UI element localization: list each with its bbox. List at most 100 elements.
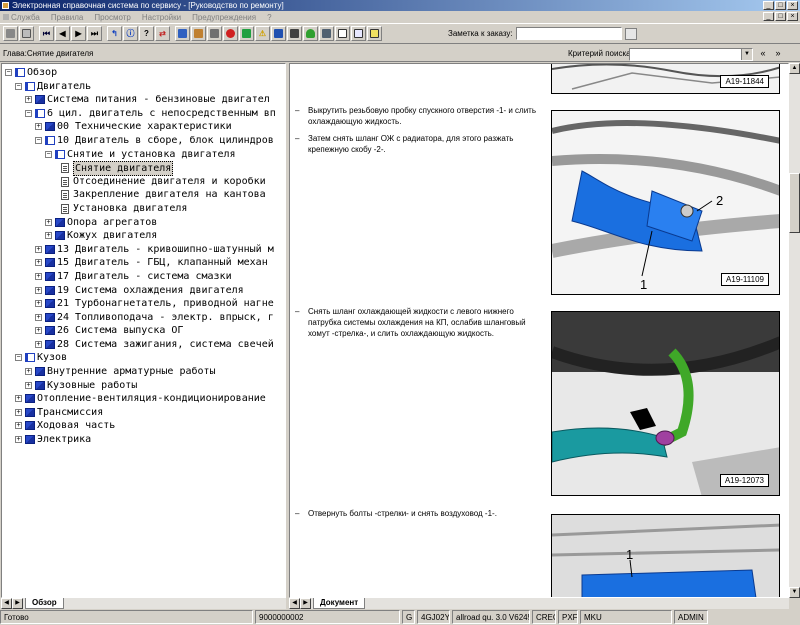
collapse-icon[interactable]: − bbox=[15, 82, 22, 90]
tree-item[interactable]: Закрепление двигателя на кантова bbox=[2, 188, 285, 202]
menu-item-rules[interactable]: Правила bbox=[51, 13, 83, 22]
tree-item[interactable]: − Кузов bbox=[2, 351, 285, 365]
print-button[interactable] bbox=[3, 26, 18, 41]
tree-item[interactable]: +24 Топливоподача - электр. впрыск, г bbox=[2, 311, 285, 325]
expand-icon[interactable]: + bbox=[35, 272, 42, 280]
expand-icon[interactable]: + bbox=[35, 123, 42, 131]
car-button[interactable] bbox=[303, 26, 318, 41]
left-hscrollbar[interactable]: ◀ ▶ Обзор bbox=[1, 598, 286, 609]
expand-icon[interactable]: + bbox=[25, 381, 32, 389]
tree-item[interactable]: − Снятие и установка двигателя bbox=[2, 148, 285, 162]
tree-item[interactable]: +19 Система охлаждения двигателя bbox=[2, 284, 285, 298]
scroll-right-arrow[interactable]: ▶ bbox=[300, 598, 311, 609]
collapse-icon[interactable]: − bbox=[35, 136, 42, 144]
tree-item[interactable]: − 6 цил. двигатель с непосредственным вп bbox=[2, 107, 285, 121]
scroll-right-arrow[interactable]: ▶ bbox=[12, 598, 23, 609]
tree-item[interactable]: +26 Система выпуска ОГ bbox=[2, 324, 285, 338]
expand-icon[interactable]: + bbox=[15, 395, 22, 403]
maximize-button[interactable]: □ bbox=[775, 1, 786, 10]
search-prev-button[interactable]: « bbox=[757, 47, 769, 60]
collapse-icon[interactable]: − bbox=[5, 69, 12, 76]
help-button[interactable]: ? bbox=[139, 26, 154, 41]
tab-overview[interactable]: Обзор bbox=[25, 598, 64, 609]
scroll-left-arrow[interactable]: ◀ bbox=[1, 598, 12, 609]
expand-icon[interactable]: + bbox=[15, 422, 22, 430]
stop-button[interactable] bbox=[223, 26, 238, 41]
scroll-up-arrow[interactable]: ▲ bbox=[789, 63, 800, 74]
tree-item[interactable]: +28 Система зажигания, система свечей bbox=[2, 338, 285, 352]
tree-item[interactable]: +17 Двигатель - система смазки bbox=[2, 270, 285, 284]
mdi-minimize-button[interactable]: _ bbox=[763, 12, 774, 21]
tree-item[interactable]: + Система питания - бензиновые двигател bbox=[2, 93, 285, 107]
warning-button[interactable]: ⚠ bbox=[255, 26, 270, 41]
menu-item-help[interactable]: ? bbox=[267, 13, 271, 22]
chevron-down-icon[interactable]: ▼ bbox=[741, 49, 752, 60]
tree-item[interactable]: − 10 Двигатель в сборе, блок цилиндров bbox=[2, 134, 285, 148]
tree-item[interactable]: + Трансмиссия bbox=[2, 406, 285, 420]
expand-icon[interactable]: + bbox=[45, 218, 52, 226]
last-button[interactable]: ⏭ bbox=[87, 26, 102, 41]
search-criteria-select[interactable]: ▼ bbox=[629, 48, 753, 61]
notes-button[interactable] bbox=[367, 26, 382, 41]
expand-icon[interactable]: + bbox=[35, 259, 42, 267]
first-button[interactable]: ⏮ bbox=[39, 26, 54, 41]
report-button[interactable] bbox=[351, 26, 366, 41]
document-hscrollbar[interactable]: ◀ ▶ Документ bbox=[289, 598, 789, 609]
expand-icon[interactable]: + bbox=[45, 232, 52, 240]
back-button[interactable]: ◀ bbox=[55, 26, 70, 41]
tree-item[interactable]: +15 Двигатель - ГБЦ, клапанный механ bbox=[2, 256, 285, 270]
tree-item[interactable]: +21 Турбонагнетатель, приводной нагне bbox=[2, 297, 285, 311]
minimize-button[interactable]: _ bbox=[763, 1, 774, 10]
disk-button[interactable] bbox=[287, 26, 302, 41]
scroll-thumb[interactable] bbox=[789, 173, 800, 233]
expand-icon[interactable]: + bbox=[25, 96, 32, 104]
diagnosis-button[interactable] bbox=[239, 26, 254, 41]
tree-item[interactable]: − Обзор bbox=[2, 66, 285, 80]
tree-item[interactable]: +13 Двигатель - кривошипно-шатунный м bbox=[2, 243, 285, 257]
forward-button[interactable]: ▶ bbox=[71, 26, 86, 41]
collapse-icon[interactable]: − bbox=[45, 150, 52, 158]
scroll-down-arrow[interactable]: ▼ bbox=[789, 587, 800, 598]
tree-item[interactable]: Отсоединение двигателя и коробки bbox=[2, 175, 285, 189]
expand-icon[interactable]: + bbox=[25, 368, 32, 376]
tree-item[interactable]: Снятие двигателя bbox=[2, 161, 285, 177]
expand-icon[interactable]: + bbox=[35, 313, 42, 321]
menu-item-view[interactable]: Просмотр bbox=[94, 13, 131, 22]
tree-item[interactable]: + Кузовные работы bbox=[2, 379, 285, 393]
library-button[interactable] bbox=[191, 26, 206, 41]
tree-item[interactable]: +00 Технические характеристики bbox=[2, 120, 285, 134]
info-button[interactable]: ⓘ bbox=[123, 26, 138, 41]
order-note-input[interactable] bbox=[515, 27, 622, 40]
tree-item[interactable]: − Двигатель bbox=[2, 80, 285, 94]
tree-item[interactable]: + Отопление-вентиляция-кондиционирование bbox=[2, 392, 285, 406]
mdi-close-button[interactable]: × bbox=[787, 12, 798, 21]
menu-item-warnings[interactable]: Предупреждения bbox=[192, 13, 256, 22]
tab-document[interactable]: Документ bbox=[313, 598, 366, 609]
menu-item-settings[interactable]: Настройки bbox=[142, 13, 181, 22]
transmission-button[interactable] bbox=[319, 26, 334, 41]
collapse-icon[interactable]: − bbox=[15, 354, 22, 362]
tree-item[interactable]: + Ходовая часть bbox=[2, 419, 285, 433]
checklist-button[interactable] bbox=[335, 26, 350, 41]
tree-item[interactable]: + Опора агрегатов bbox=[2, 216, 285, 230]
document-vscrollbar[interactable]: ▲ ▼ bbox=[789, 63, 800, 598]
menu-item-service[interactable]: Служба bbox=[3, 13, 40, 22]
tree-item[interactable]: + Кожух двигателя bbox=[2, 229, 285, 243]
expand-icon[interactable]: + bbox=[35, 300, 42, 308]
preview-button[interactable] bbox=[19, 26, 34, 41]
order-note-icon[interactable] bbox=[624, 27, 637, 40]
tree-item[interactable]: Установка двигателя bbox=[2, 202, 285, 216]
expand-icon[interactable]: + bbox=[35, 327, 42, 335]
expand-icon[interactable]: + bbox=[35, 340, 42, 348]
up-button[interactable]: ↰ bbox=[107, 26, 122, 41]
expand-icon[interactable]: + bbox=[35, 245, 42, 253]
tools-button[interactable] bbox=[207, 26, 222, 41]
search-next-button[interactable]: » bbox=[772, 47, 784, 60]
book-button[interactable] bbox=[175, 26, 190, 41]
tree-item[interactable]: + Внутренние арматурные работы bbox=[2, 365, 285, 379]
close-button[interactable]: × bbox=[787, 1, 798, 10]
mdi-restore-button[interactable]: □ bbox=[775, 12, 786, 21]
expand-icon[interactable]: + bbox=[15, 408, 22, 416]
battery-button[interactable] bbox=[271, 26, 286, 41]
expand-icon[interactable]: + bbox=[15, 436, 22, 444]
